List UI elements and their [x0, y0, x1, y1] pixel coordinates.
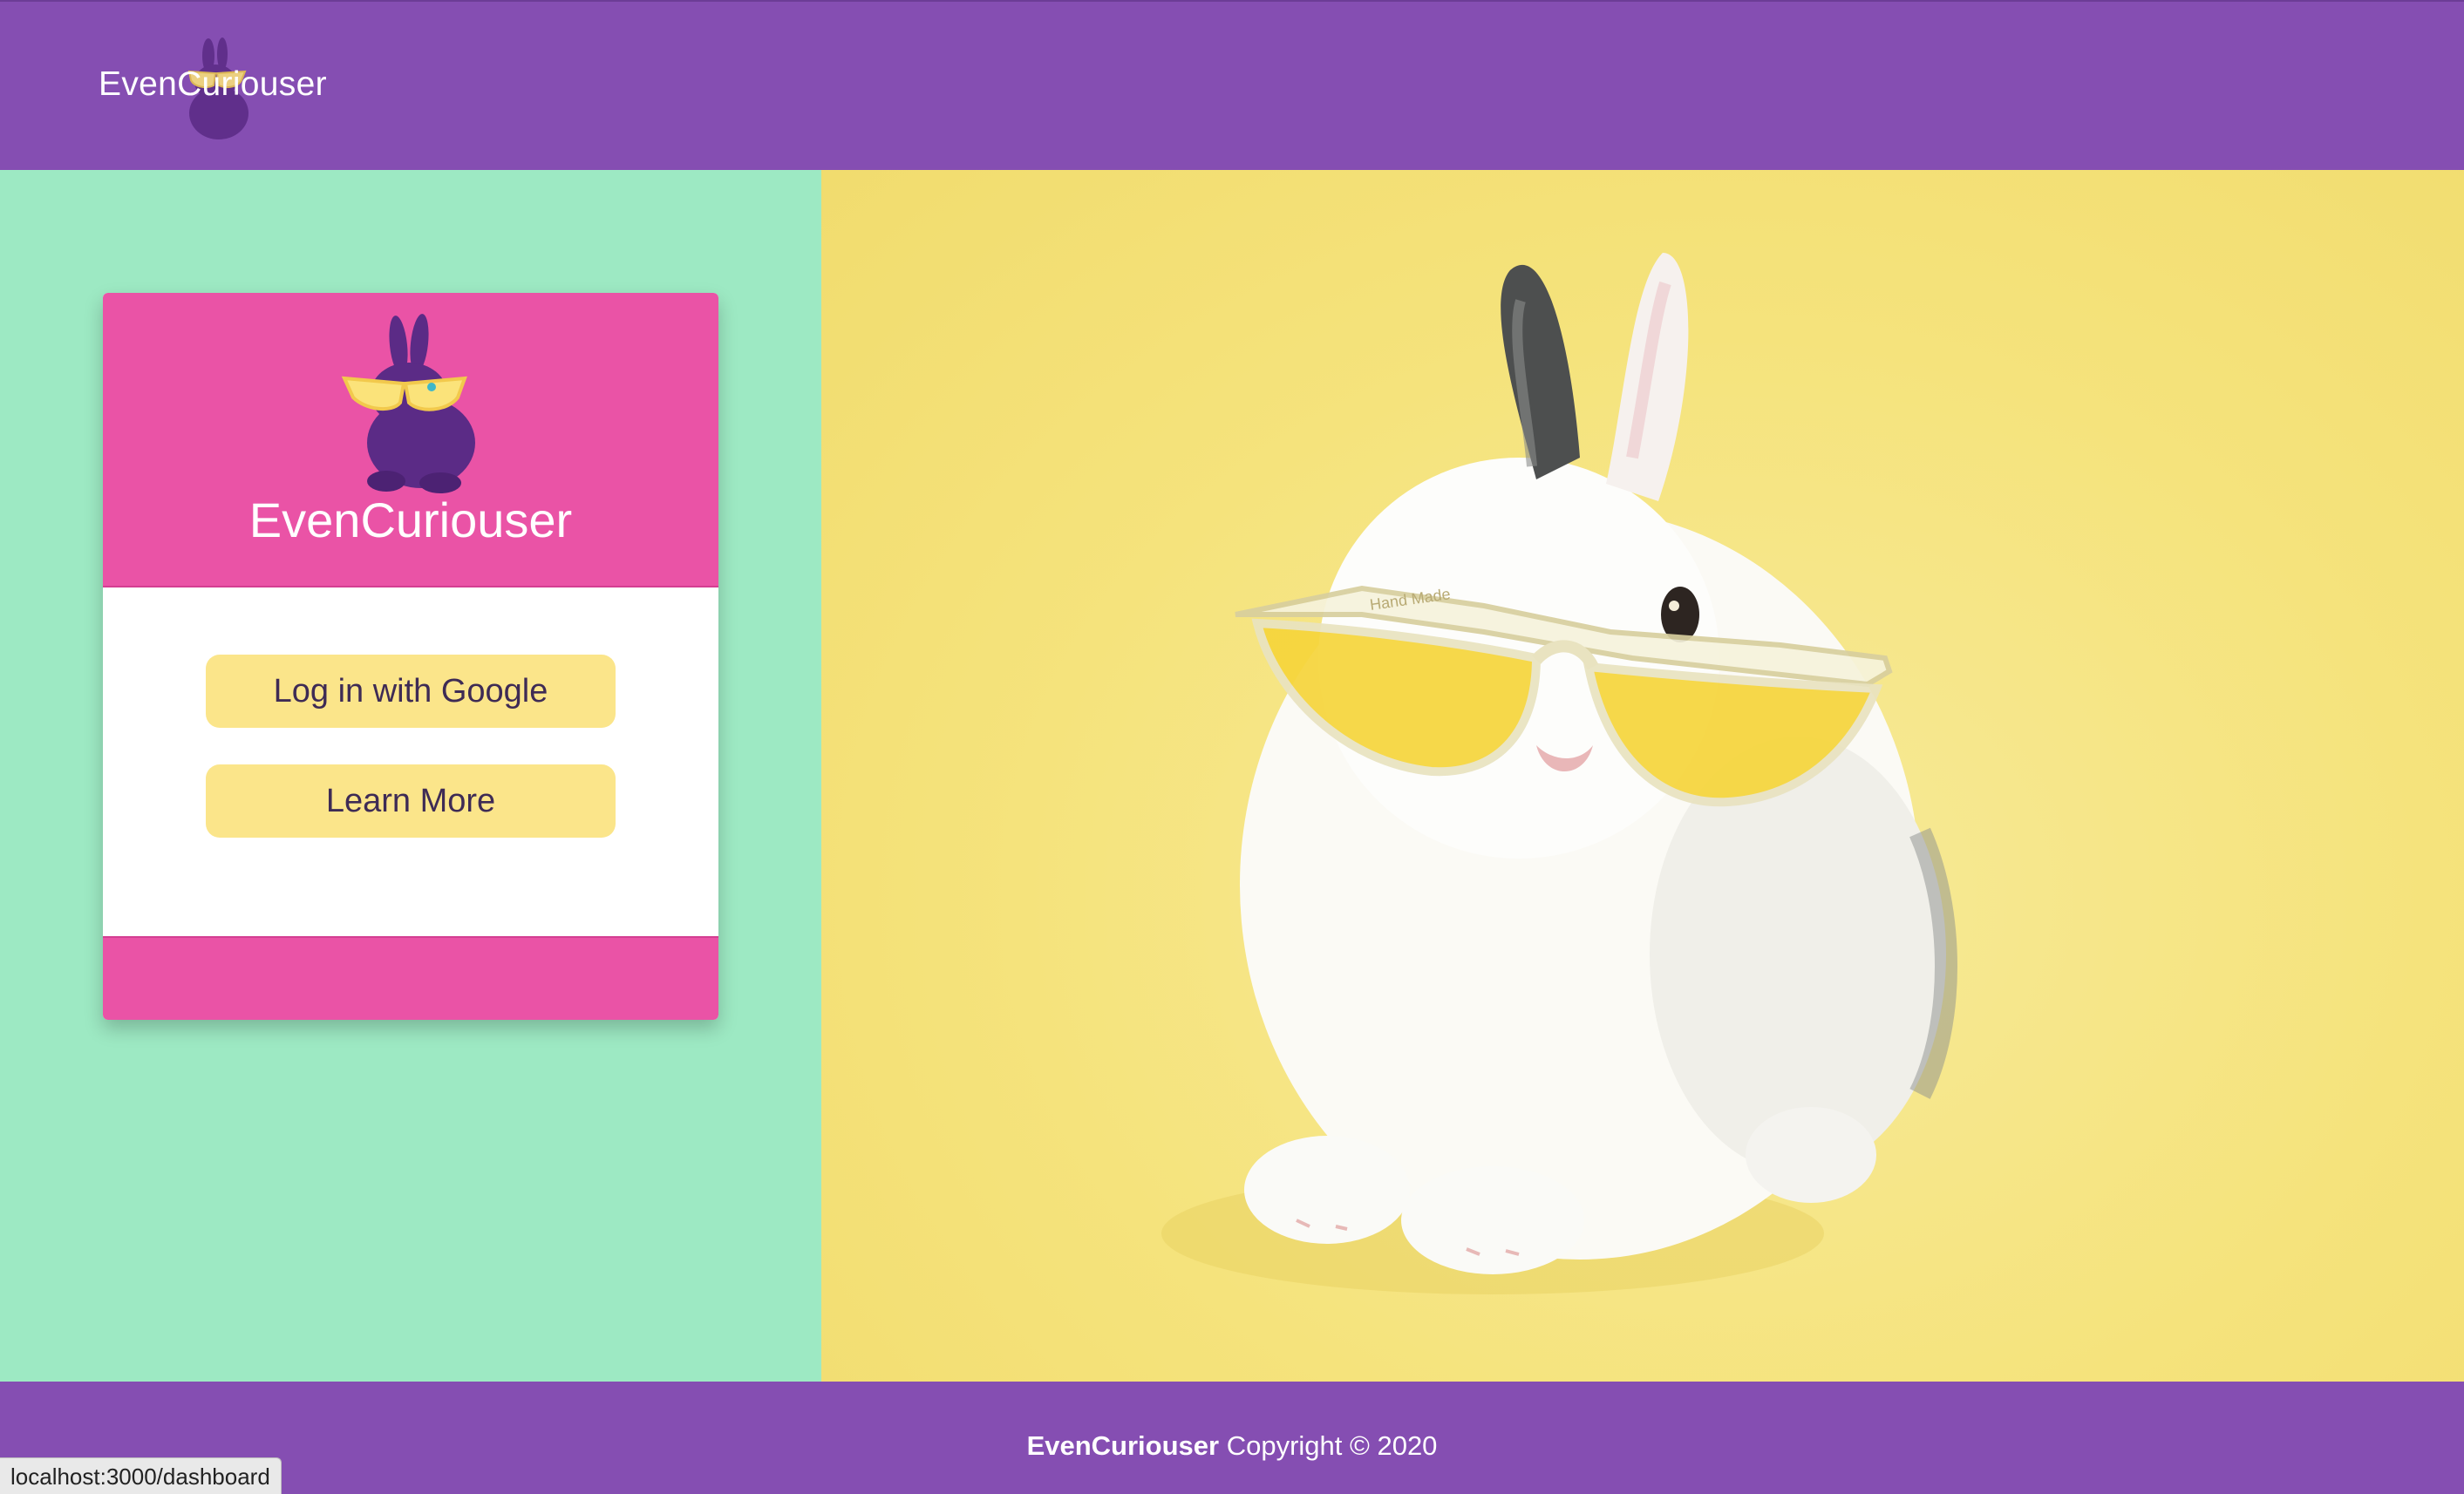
rabbit-logo-icon: [341, 314, 475, 493]
page-footer: EvenCuriouser Copyright © 2020: [0, 1382, 2464, 1494]
login-card-footer: [103, 936, 718, 1020]
status-bar-url: localhost:3000/dashboard: [0, 1457, 282, 1494]
footer-copyright: EvenCuriouser Copyright © 2020: [0, 1430, 2464, 1462]
brand-name: EvenCuriouser: [99, 65, 327, 103]
footer-copyright-text: Copyright © 2020: [1226, 1430, 1438, 1461]
top-navbar: EvenCuriouser: [0, 0, 2464, 170]
google-login-button[interactable]: Log in with Google: [206, 655, 616, 728]
hero-image: Hand Made: [821, 170, 2464, 1382]
login-card-header: EvenCuriouser: [103, 293, 718, 587]
learn-more-button[interactable]: Learn More: [206, 764, 616, 838]
login-card: EvenCuriouser Log in with Google Learn M…: [103, 293, 718, 1020]
login-panel: EvenCuriouser Log in with Google Learn M…: [0, 170, 821, 1382]
rabbit-photo: Hand Made: [1161, 253, 1957, 1294]
brand-link[interactable]: EvenCuriouser: [99, 37, 351, 141]
login-card-body: [103, 587, 718, 936]
card-title: EvenCuriouser: [248, 492, 573, 547]
footer-brand: EvenCuriouser: [1026, 1430, 1220, 1461]
